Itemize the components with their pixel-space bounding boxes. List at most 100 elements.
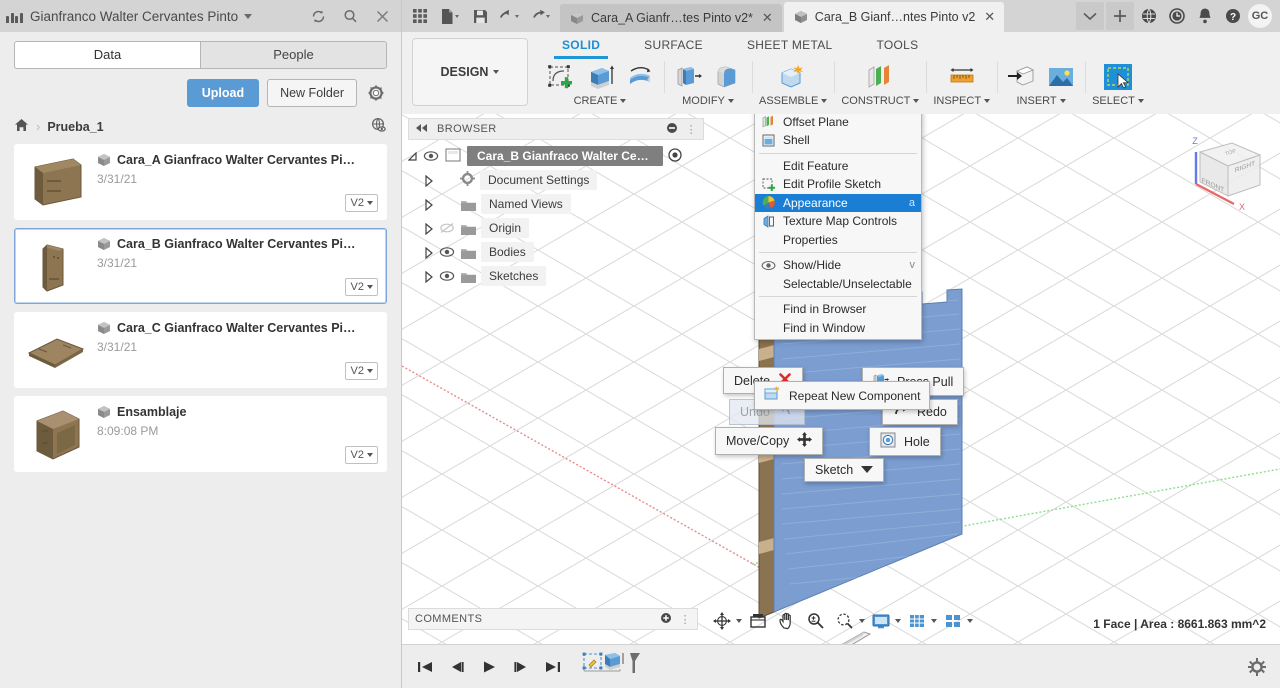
- collapse-left-icon[interactable]: [415, 123, 429, 135]
- version-dropdown[interactable]: V2: [344, 362, 378, 380]
- new-component-icon[interactable]: [776, 60, 810, 94]
- timeline-features[interactable]: [582, 651, 640, 683]
- search-icon[interactable]: [337, 3, 363, 29]
- gear-icon[interactable]: [365, 82, 387, 104]
- eye-icon[interactable]: [439, 270, 455, 282]
- ribbon-panel-label[interactable]: CREATE: [574, 95, 627, 107]
- document-tab-cara-b[interactable]: Cara_B Gianf…ntes Pinto v2 ✕: [783, 2, 1005, 32]
- workspace-switcher[interactable]: DESIGN: [412, 38, 528, 106]
- grid-snaps-icon[interactable]: [904, 608, 930, 634]
- menu-item-properties[interactable]: Properties: [755, 231, 921, 250]
- fit-icon[interactable]: [832, 608, 858, 634]
- plus-icon[interactable]: [1106, 2, 1134, 30]
- offset-plane-icon[interactable]: [863, 60, 897, 94]
- menu-item-edit-profile-sketch[interactable]: Edit Profile Sketch: [755, 175, 921, 194]
- menu-item-selectable-unselectable[interactable]: Selectable/Unselectable: [755, 275, 921, 294]
- avatar[interactable]: GC: [1248, 4, 1272, 28]
- globe-icon[interactable]: [1136, 3, 1162, 29]
- view-cube[interactable]: TOP FRONT RIGHT Z X: [1170, 122, 1274, 222]
- tab-solid[interactable]: SOLID: [540, 32, 622, 59]
- viewports-dropdown[interactable]: [940, 608, 973, 634]
- marking-menu-sketch[interactable]: Sketch: [804, 458, 885, 482]
- browser-resize-handle[interactable]: ⋮: [686, 123, 697, 136]
- undo-icon[interactable]: [496, 2, 524, 30]
- ribbon-panel-label[interactable]: INSPECT: [933, 95, 991, 107]
- home-icon[interactable]: [14, 118, 29, 135]
- list-item[interactable]: Ensamblaje 8:09:08 PM V2: [14, 396, 387, 472]
- close-icon[interactable]: ✕: [984, 9, 995, 25]
- breadcrumb-current[interactable]: Prueba_1: [47, 120, 103, 134]
- ribbon-panel-label[interactable]: MODIFY: [682, 95, 734, 107]
- version-dropdown[interactable]: V2: [344, 446, 378, 464]
- menu-item-appearance[interactable]: Appearance a: [755, 193, 921, 212]
- viewport-3d[interactable]: BROWSER ⋮ Cara_B Gianfraco Walter Ce… Do…: [402, 114, 1280, 644]
- menu-item-offset-plane[interactable]: Offset Plane: [755, 114, 921, 131]
- list-item[interactable]: Cara_A Gianfraco Walter Cervantes Pi… 3/…: [14, 144, 387, 220]
- press-pull-icon[interactable]: [671, 60, 705, 94]
- insert-derive-icon[interactable]: [1004, 60, 1038, 94]
- context-menu[interactable]: Create Selection Set Create Sketch: [754, 114, 922, 340]
- upload-button[interactable]: Upload: [186, 79, 260, 107]
- repeat-new-component-button[interactable]: Repeat New Component: [754, 381, 931, 410]
- comments-panel[interactable]: COMMENTS ⋮: [408, 608, 698, 630]
- menu-item-edit-feature[interactable]: Edit Feature: [755, 157, 921, 176]
- save-icon[interactable]: [466, 2, 494, 30]
- list-item[interactable]: Cara_C Gianfraco Walter Cervantes Pi… 3/…: [14, 312, 387, 388]
- marking-menu-hole[interactable]: Hole: [869, 427, 941, 456]
- revolve-icon[interactable]: [623, 60, 657, 94]
- eye-icon[interactable]: [439, 246, 455, 258]
- insert-canvas-icon[interactable]: [1044, 60, 1078, 94]
- step-forward-icon[interactable]: [508, 654, 534, 680]
- menu-item-show-hide[interactable]: Show/Hide v: [755, 256, 921, 275]
- marking-menu-move-copy[interactable]: Move/Copy: [715, 427, 824, 455]
- new-folder-button[interactable]: New Folder: [267, 79, 357, 107]
- expand-arrow-icon[interactable]: [424, 270, 434, 284]
- skip-end-icon[interactable]: [540, 654, 566, 680]
- close-icon[interactable]: ✕: [762, 10, 773, 26]
- tab-sheet-metal[interactable]: SHEET METAL: [725, 32, 855, 58]
- close-icon[interactable]: [369, 3, 395, 29]
- browser-collapse-icon[interactable]: [666, 122, 678, 137]
- globe-eye-icon[interactable]: [370, 117, 387, 136]
- tab-tools[interactable]: TOOLS: [855, 32, 941, 58]
- eye-hidden-icon[interactable]: [439, 222, 455, 234]
- chevron-down-icon[interactable]: [244, 13, 253, 19]
- tab-data[interactable]: Data: [14, 41, 200, 69]
- component-activate-radio[interactable]: [668, 147, 682, 165]
- fit-dropdown[interactable]: [832, 608, 865, 634]
- expand-triangle-icon[interactable]: [407, 151, 418, 161]
- tree-node-bodies[interactable]: Bodies: [408, 240, 704, 264]
- viewports-icon[interactable]: [940, 608, 966, 634]
- ribbon-panel-label[interactable]: INSERT: [1016, 95, 1066, 107]
- tab-people[interactable]: People: [200, 41, 387, 69]
- look-at-icon[interactable]: [745, 608, 771, 634]
- ribbon-panel-label[interactable]: CONSTRUCT: [841, 95, 920, 107]
- tree-node-named-views[interactable]: Named Views: [408, 192, 704, 216]
- tree-node-sketches[interactable]: Sketches: [408, 264, 704, 288]
- refresh-icon[interactable]: [305, 3, 331, 29]
- menu-item-find-in-window[interactable]: Find in Window: [755, 319, 921, 338]
- skip-start-icon[interactable]: [412, 654, 438, 680]
- recent-clock-icon[interactable]: [1164, 3, 1190, 29]
- step-back-icon[interactable]: [444, 654, 470, 680]
- eye-icon[interactable]: [423, 150, 439, 162]
- expand-arrow-icon[interactable]: [424, 198, 434, 212]
- select-window-icon[interactable]: [1101, 60, 1135, 94]
- tree-node-origin[interactable]: Origin: [408, 216, 704, 240]
- create-sketch-icon[interactable]: [543, 60, 577, 94]
- new-document-icon[interactable]: [436, 2, 464, 30]
- grid-snaps-dropdown[interactable]: [904, 608, 937, 634]
- version-dropdown[interactable]: V2: [344, 194, 378, 212]
- tree-node-root[interactable]: Cara_B Gianfraco Walter Ce…: [407, 144, 704, 168]
- timeline-settings-gear-icon[interactable]: [1244, 654, 1270, 680]
- redo-icon[interactable]: [526, 2, 554, 30]
- ribbon-panel-label[interactable]: SELECT: [1092, 95, 1144, 107]
- list-item[interactable]: Cara_B Gianfraco Walter Cervantes Pi… 3/…: [14, 228, 387, 304]
- orbit-dropdown[interactable]: [709, 608, 742, 634]
- chevron-down-icon[interactable]: [1076, 2, 1104, 30]
- display-settings-icon[interactable]: [868, 608, 894, 634]
- tree-node-document-settings[interactable]: Document Settings: [408, 168, 704, 192]
- measure-icon[interactable]: [945, 60, 979, 94]
- comments-resize-handle[interactable]: ⋮: [680, 613, 691, 626]
- tab-surface[interactable]: SURFACE: [622, 32, 725, 58]
